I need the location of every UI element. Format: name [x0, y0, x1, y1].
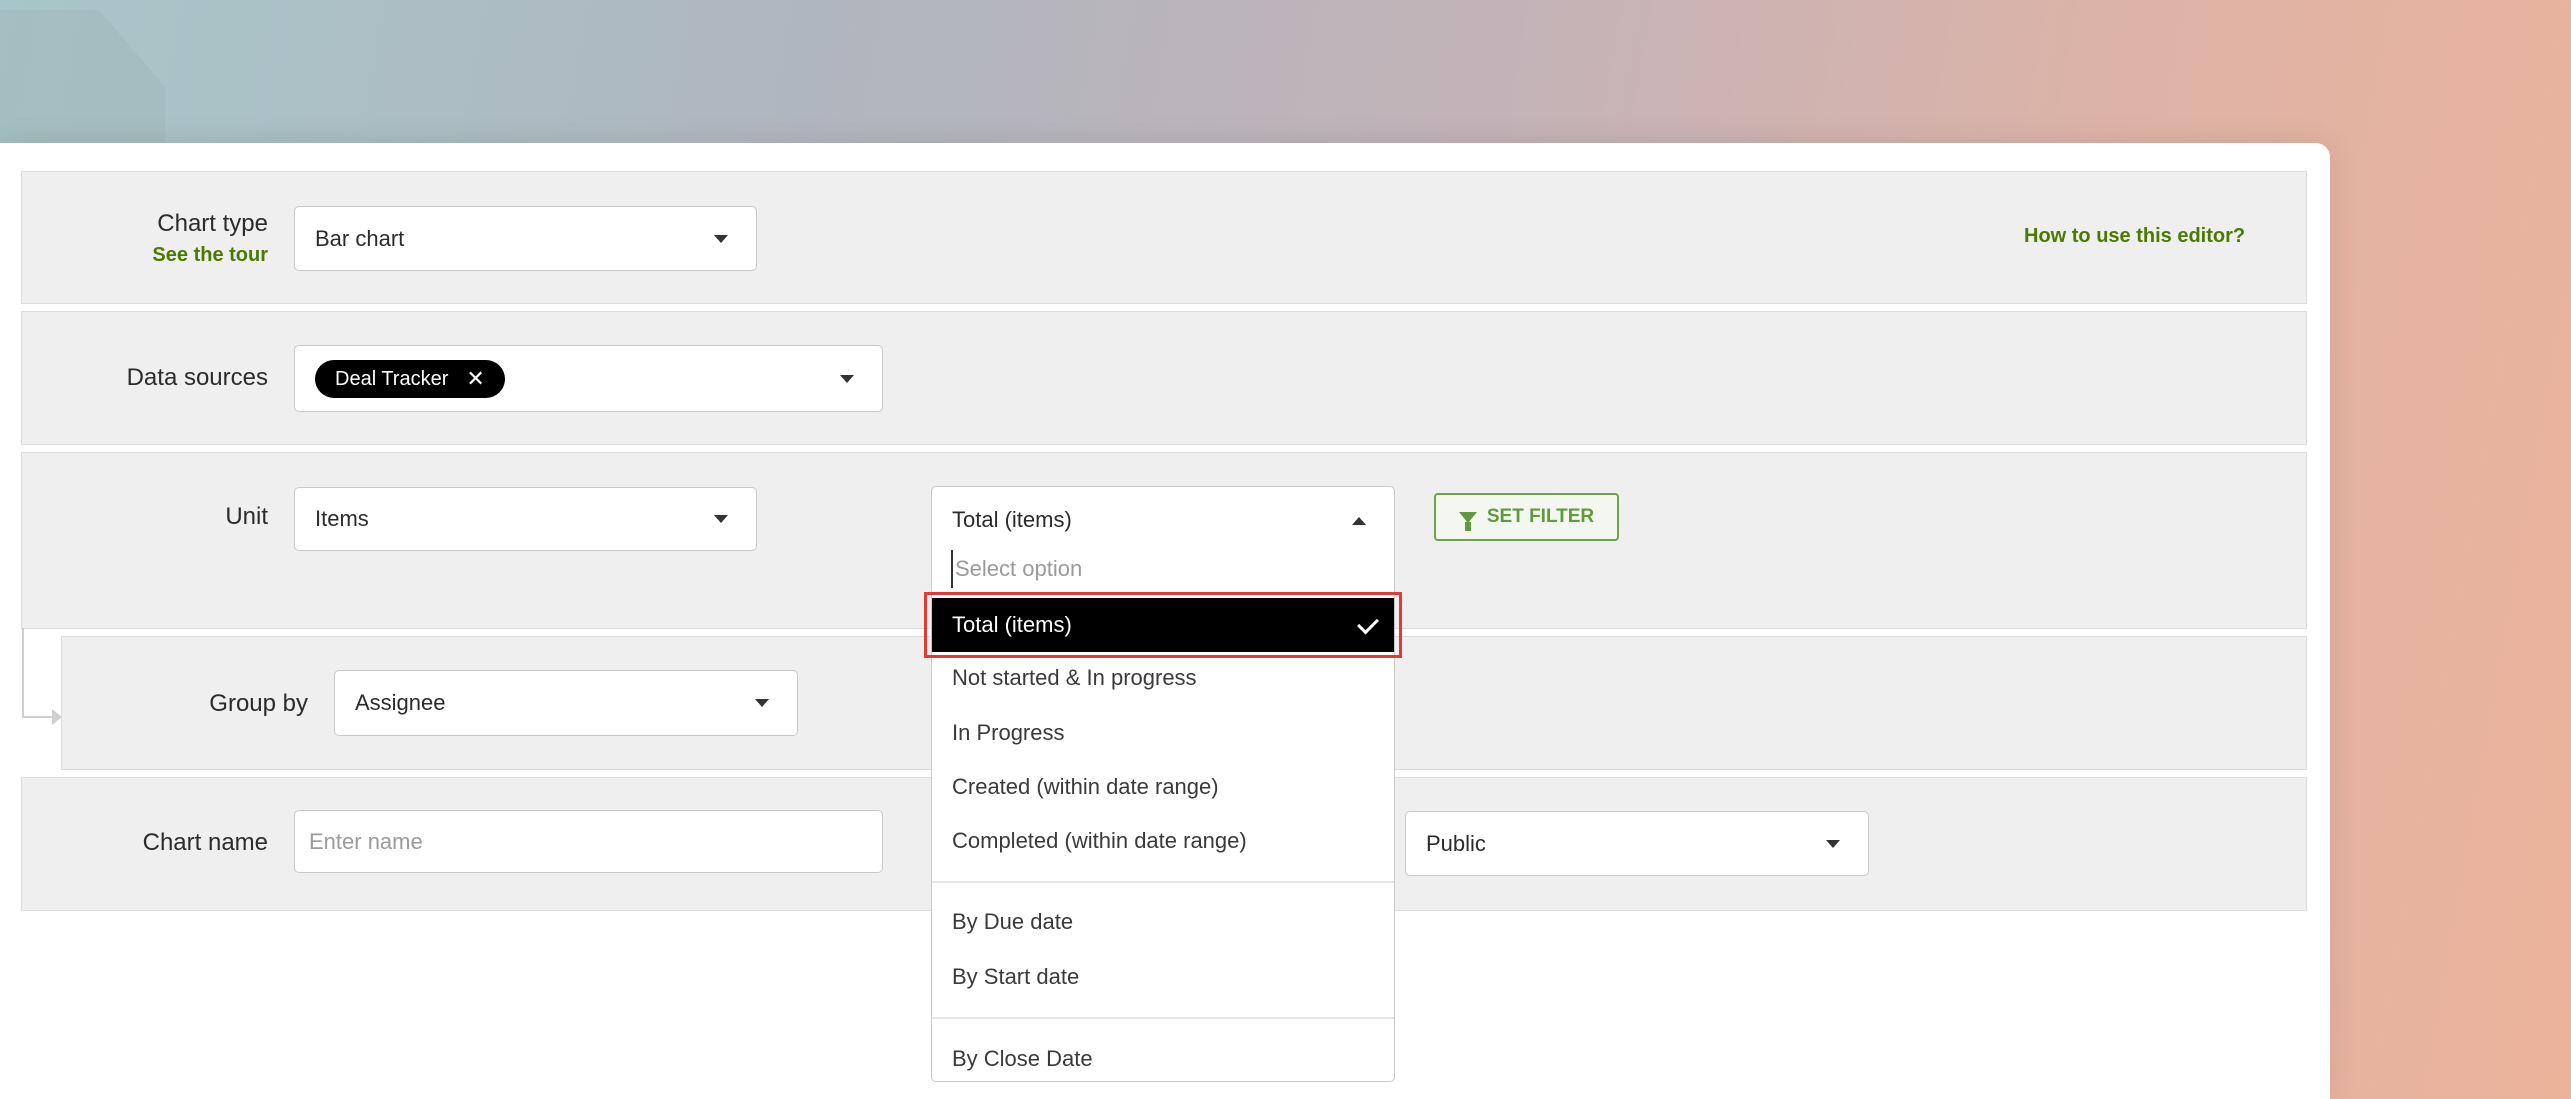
dropdown-option[interactable]: By Close Date: [932, 1034, 1394, 1081]
option-label: By Due date: [952, 909, 1074, 934]
visibility-value: Public: [1426, 830, 1486, 856]
unit-value: Items: [315, 506, 369, 531]
group-by-select[interactable]: Assignee: [334, 670, 798, 736]
option-label: Created (within date range): [952, 774, 1219, 799]
option-label: Total (items): [952, 612, 1072, 637]
group-by-label: Group by: [209, 690, 308, 717]
background-shape: [0, 10, 165, 150]
option-label: By Start date: [952, 964, 1080, 989]
data-source-chip: Deal Tracker ✕: [315, 360, 505, 398]
dropdown-search-input[interactable]: [951, 550, 1377, 588]
remove-chip-icon[interactable]: ✕: [466, 366, 484, 392]
data-sources-select[interactable]: Deal Tracker ✕: [294, 345, 883, 412]
set-filter-label: SET FILTER: [1486, 506, 1595, 527]
chevron-down-icon: [755, 699, 769, 707]
visibility-select[interactable]: Public: [1405, 811, 1869, 876]
group-by-value: Assignee: [355, 690, 446, 715]
dropdown-option[interactable]: Not started & In progress: [932, 653, 1394, 703]
option-label: Not started & In progress: [952, 665, 1197, 690]
dropdown-option[interactable]: By Start date: [932, 952, 1394, 1002]
chart-type-select[interactable]: Bar chart: [294, 206, 757, 271]
measure-dropdown-value: Total (items): [952, 507, 1072, 532]
unit-label: Unit: [225, 503, 268, 530]
group-connector-line: [22, 628, 24, 718]
chart-name-input[interactable]: [294, 810, 883, 873]
chart-type-value: Bar chart: [315, 225, 405, 251]
option-label: In Progress: [952, 720, 1065, 745]
check-icon: [1357, 612, 1379, 635]
dropdown-option[interactable]: By Due date: [932, 897, 1394, 947]
see-the-tour-link[interactable]: See the tour: [152, 244, 268, 267]
dropdown-option[interactable]: Created (within date range): [932, 762, 1394, 812]
how-to-use-editor-link[interactable]: How to use this editor?: [2024, 225, 2245, 248]
dropdown-divider: [932, 881, 1394, 883]
chevron-up-icon[interactable]: [1352, 517, 1366, 525]
chart-type-label: Chart type: [157, 210, 268, 237]
group-connector-line-horizontal: [22, 716, 56, 718]
dropdown-option[interactable]: In Progress: [932, 708, 1394, 758]
option-label: By Close Date: [952, 1046, 1093, 1071]
data-sources-label: Data sources: [126, 364, 268, 391]
unit-select[interactable]: Items: [294, 487, 757, 551]
chart-name-label: Chart name: [142, 829, 268, 856]
dropdown-option-selected[interactable]: Total (items): [932, 598, 1394, 652]
dropdown-divider: [932, 1017, 1394, 1019]
chip-label: Deal Tracker: [335, 367, 449, 390]
filter-icon: [1458, 511, 1477, 531]
measure-dropdown[interactable]: Total (items) Total (items) Not started …: [931, 486, 1395, 1082]
dropdown-option[interactable]: Completed (within date range): [932, 816, 1394, 866]
set-filter-button[interactable]: SET FILTER: [1434, 493, 1619, 541]
chevron-down-icon: [840, 374, 854, 383]
chevron-down-icon: [714, 234, 728, 243]
option-label: Completed (within date range): [952, 828, 1247, 853]
chevron-down-icon: [1826, 839, 1840, 848]
chevron-down-icon: [714, 515, 728, 523]
